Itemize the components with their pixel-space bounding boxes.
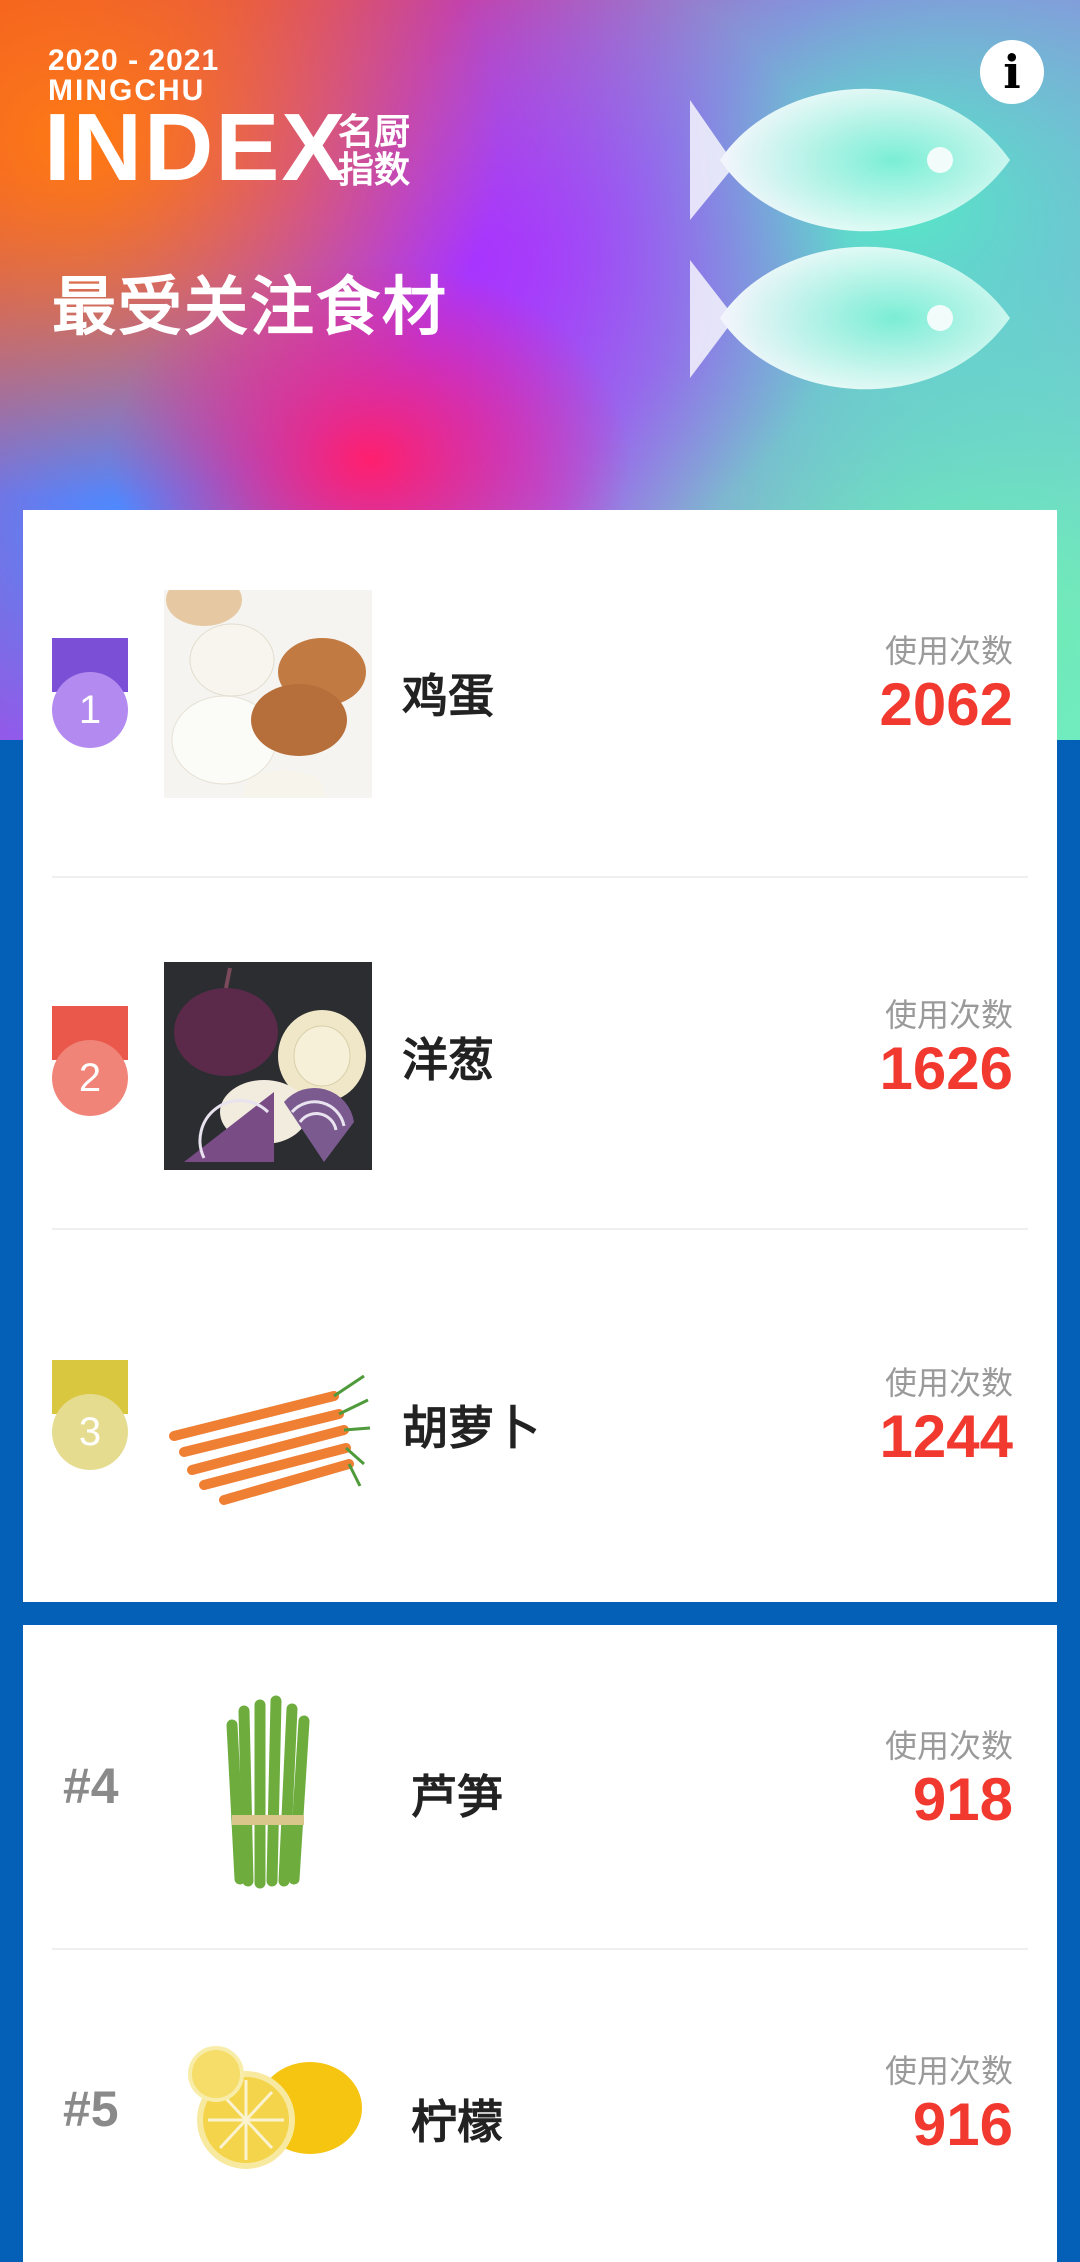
medal-rank: 3 (52, 1394, 128, 1470)
ingredient-name: 鸡蛋 (402, 669, 494, 723)
ingredient-name: 芦笋 (411, 1770, 503, 1824)
usage-label: 使用次数 (884, 1364, 1013, 1402)
usage-count: 2062 (879, 671, 1013, 738)
ingredient-name: 胡萝卜 (402, 1401, 540, 1455)
ranking-row-4[interactable]: #4 芦笋 使用次数 918 (23, 1625, 1057, 1950)
usage-label: 使用次数 (884, 1727, 1013, 1765)
others-card: #4 芦笋 使用次数 918 #5 柠檬 使用次数 916 (23, 1625, 1057, 2262)
medal-rank: 2 (52, 1040, 128, 1116)
medal-badge: 3 (52, 1360, 128, 1470)
usage-label: 使用次数 (884, 632, 1013, 670)
brand-cn-line1: 名厨 (338, 112, 411, 153)
usage-count: 918 (912, 1766, 1013, 1833)
carrot-image (164, 1340, 372, 1548)
usage-count: 1626 (879, 1035, 1013, 1102)
usage-label: 使用次数 (884, 2052, 1013, 2090)
top-three-card: 1 鸡蛋 使用次数 2062 2 洋葱 使用次数 1626 3 胡萝卜 使用次数… (23, 510, 1057, 1602)
usage-label: 使用次数 (884, 996, 1013, 1034)
onion-image (164, 962, 372, 1170)
asparagus-image (164, 1691, 372, 1899)
medal-rank: 1 (52, 672, 128, 748)
medal-badge: 1 (52, 638, 128, 748)
brand-logo-cn: 名厨 指数 (338, 114, 418, 190)
brand-logo-index: INDEX (44, 94, 348, 201)
ranking-row-5[interactable]: #5 柠檬 使用次数 916 (23, 1950, 1057, 2262)
ranking-row-3[interactable]: 3 胡萝卜 使用次数 1244 (23, 1230, 1057, 1602)
ingredient-name: 柠檬 (411, 2095, 503, 2149)
ranking-row-2[interactable]: 2 洋葱 使用次数 1626 (23, 878, 1057, 1230)
eggs-image (164, 590, 372, 798)
fish-logo-icon (690, 88, 1010, 390)
medal-badge: 2 (52, 1006, 128, 1116)
rank-number: #5 (63, 2081, 119, 2137)
usage-count: 1244 (879, 1403, 1013, 1470)
lemon-image (164, 2010, 372, 2218)
ranking-row-1[interactable]: 1 鸡蛋 使用次数 2062 (23, 510, 1057, 878)
rank-number: #4 (63, 1758, 119, 1814)
page-title: 最受关注食材 (52, 271, 448, 345)
brand-cn-line2: 指数 (338, 150, 411, 191)
brand-year: 2020 - 2021 (48, 44, 220, 77)
usage-count: 916 (912, 2091, 1013, 2158)
ingredient-name: 洋葱 (402, 1033, 494, 1087)
